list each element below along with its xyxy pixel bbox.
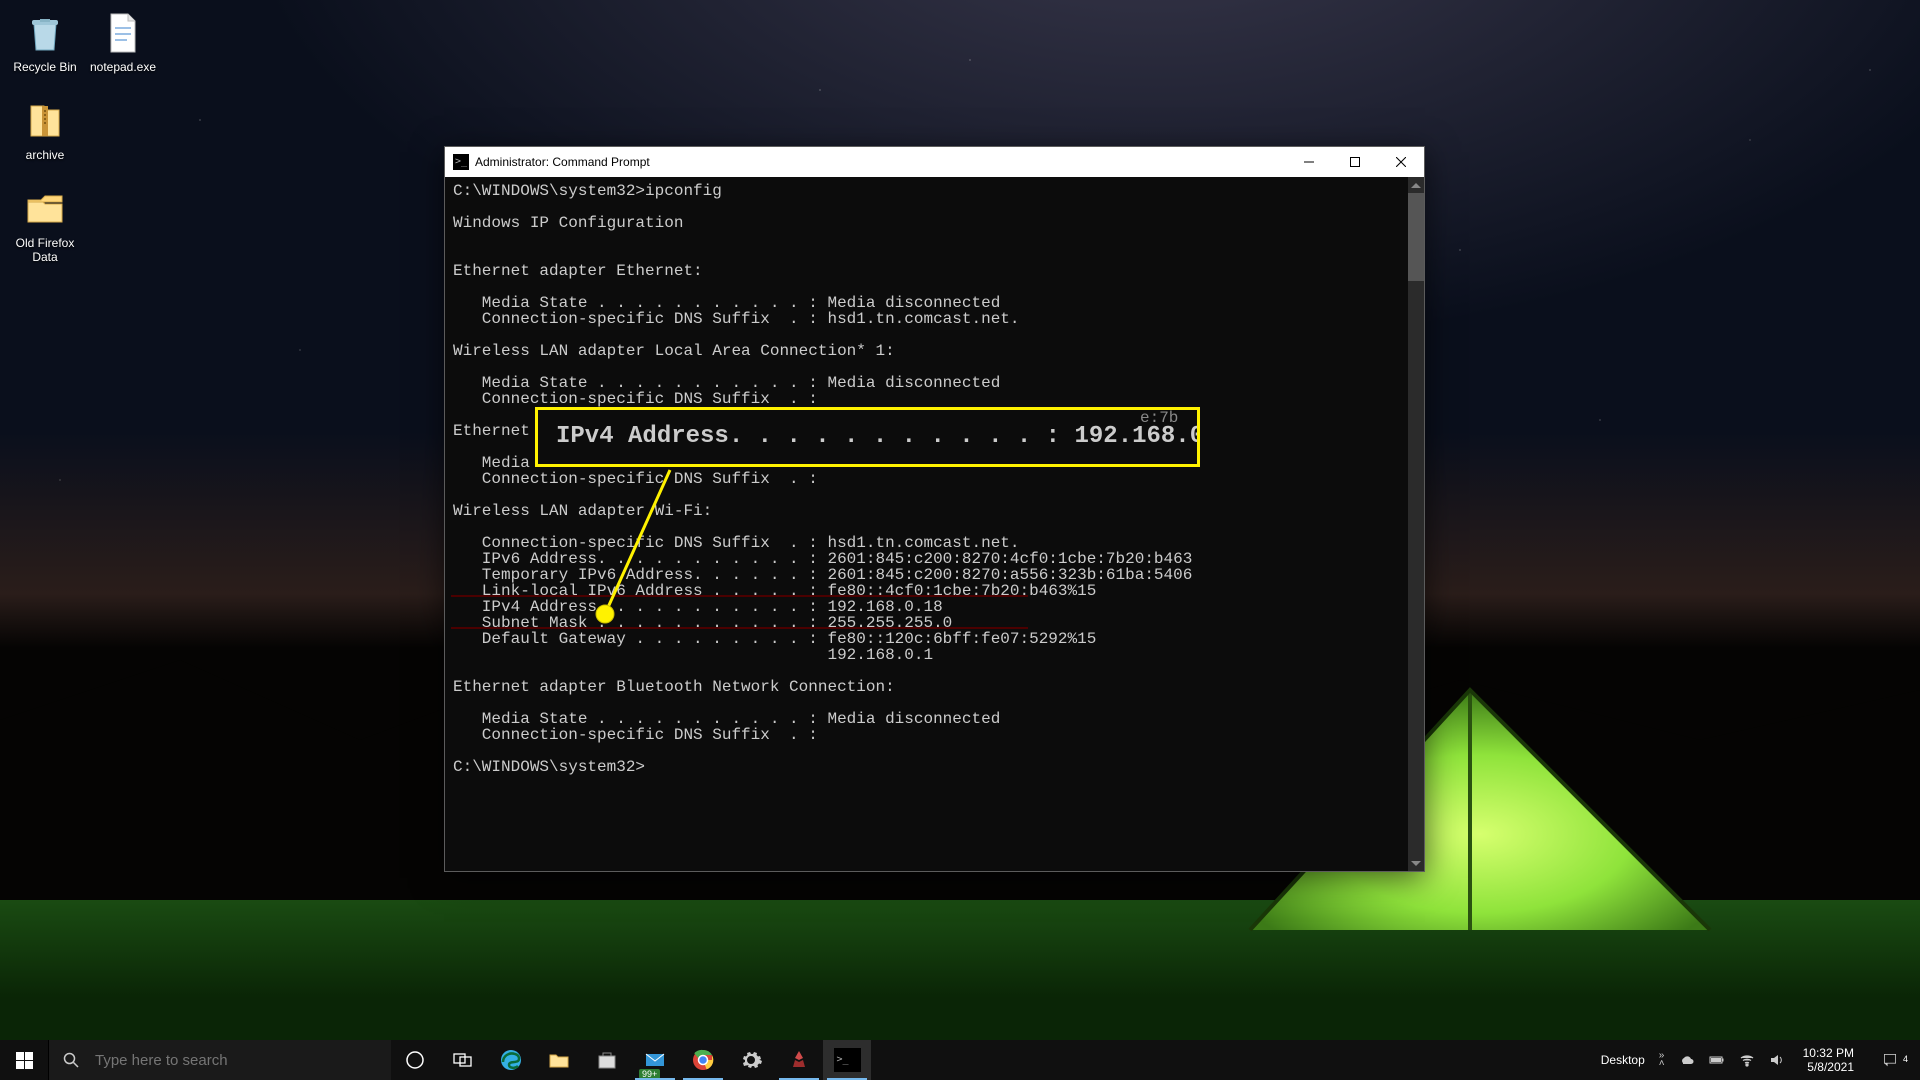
edge-icon [499,1048,523,1072]
tray-volume[interactable] [1765,1040,1789,1080]
gear-icon [739,1048,763,1072]
scrollbar[interactable] [1408,177,1424,871]
start-button[interactable] [0,1040,48,1080]
taskbar-pinned-app[interactable] [775,1040,823,1080]
scroll-thumb[interactable] [1408,193,1424,281]
scroll-down-button[interactable] [1408,855,1424,871]
ipv4-callout: IPv4 Address. . . . . . . . . . . : 192.… [535,407,1200,467]
callout-overflow-text: e:7b [1140,410,1178,426]
taskbar-search[interactable] [48,1040,391,1080]
search-icon [63,1052,79,1068]
minimize-button[interactable] [1286,147,1332,177]
command-prompt-window: Administrator: Command Prompt C:\WINDOWS… [444,146,1425,872]
tray-wifi[interactable] [1735,1040,1759,1080]
folder-icon [547,1048,571,1072]
taskbar-chrome[interactable] [679,1040,727,1080]
recycle-bin-icon [22,10,68,56]
desktop-icon-label: Old Firefox Data [4,236,86,264]
taskbar-store[interactable] [583,1040,631,1080]
store-icon [595,1048,619,1072]
tray-overflow[interactable]: »˄ [1655,1040,1669,1080]
clock-time: 10:32 PM [1803,1046,1854,1060]
clock-date: 5/8/2021 [1803,1060,1854,1074]
window-titlebar[interactable]: Administrator: Command Prompt [445,147,1424,177]
scroll-up-button[interactable] [1408,177,1424,193]
task-view-icon [451,1048,475,1072]
desktop-icon-label: notepad.exe [82,60,164,74]
taskbar-cmd[interactable]: >_ [823,1040,871,1080]
maximize-button[interactable] [1332,147,1378,177]
taskbar-explorer[interactable] [535,1040,583,1080]
windows-logo-icon [16,1052,33,1069]
zip-file-icon [22,98,68,144]
text-file-icon [100,10,146,56]
system-tray: Desktop »˄ 10:32 PM 5/8/2021 4 [1589,1040,1920,1080]
callout-text: IPv4 Address. . . . . . . . . . . : 192.… [556,425,1200,449]
notification-count: 4 [1903,1054,1908,1064]
terminal-output: C:\WINDOWS\system32>ipconfigWindows IP C… [445,177,1424,781]
cmd-icon [453,154,469,170]
tray-clock[interactable]: 10:32 PM 5/8/2021 [1795,1046,1862,1074]
task-view-button[interactable] [439,1040,487,1080]
tray-battery[interactable] [1705,1040,1729,1080]
notification-icon [1882,1052,1898,1068]
app-icon [787,1048,811,1072]
taskbar-mail[interactable]: 99+ [631,1040,679,1080]
notification-center[interactable]: 4 [1868,1052,1912,1068]
tray-onedrive[interactable] [1675,1040,1699,1080]
cmd-taskbar-icon: >_ [834,1048,861,1072]
desktop-icon-archive[interactable]: archive [4,98,86,162]
search-input[interactable] [93,1051,357,1070]
taskbar-settings[interactable] [727,1040,775,1080]
source-highlight [451,595,1028,629]
close-button[interactable] [1378,147,1424,177]
circle-icon [403,1048,427,1072]
chrome-icon [691,1048,715,1072]
desktop-icon-label: Recycle Bin [4,60,86,74]
folder-icon [22,186,68,232]
tray-desktop-label[interactable]: Desktop [1597,1040,1649,1080]
window-title: Administrator: Command Prompt [475,155,1286,169]
mail-badge: 99+ [639,1069,660,1079]
desktop-icon-notepad[interactable]: notepad.exe [82,10,164,74]
desktop-icon-recycle-bin[interactable]: Recycle Bin [4,10,86,74]
cortana-button[interactable] [391,1040,439,1080]
desktop-icon-old-firefox[interactable]: Old Firefox Data [4,186,86,264]
desktop-icon-label: archive [4,148,86,162]
terminal-body[interactable]: C:\WINDOWS\system32>ipconfigWindows IP C… [445,177,1424,871]
taskbar-edge[interactable] [487,1040,535,1080]
taskbar: 99+ >_ Desktop »˄ 10:32 PM 5/8/2021 4 [0,1040,1920,1080]
